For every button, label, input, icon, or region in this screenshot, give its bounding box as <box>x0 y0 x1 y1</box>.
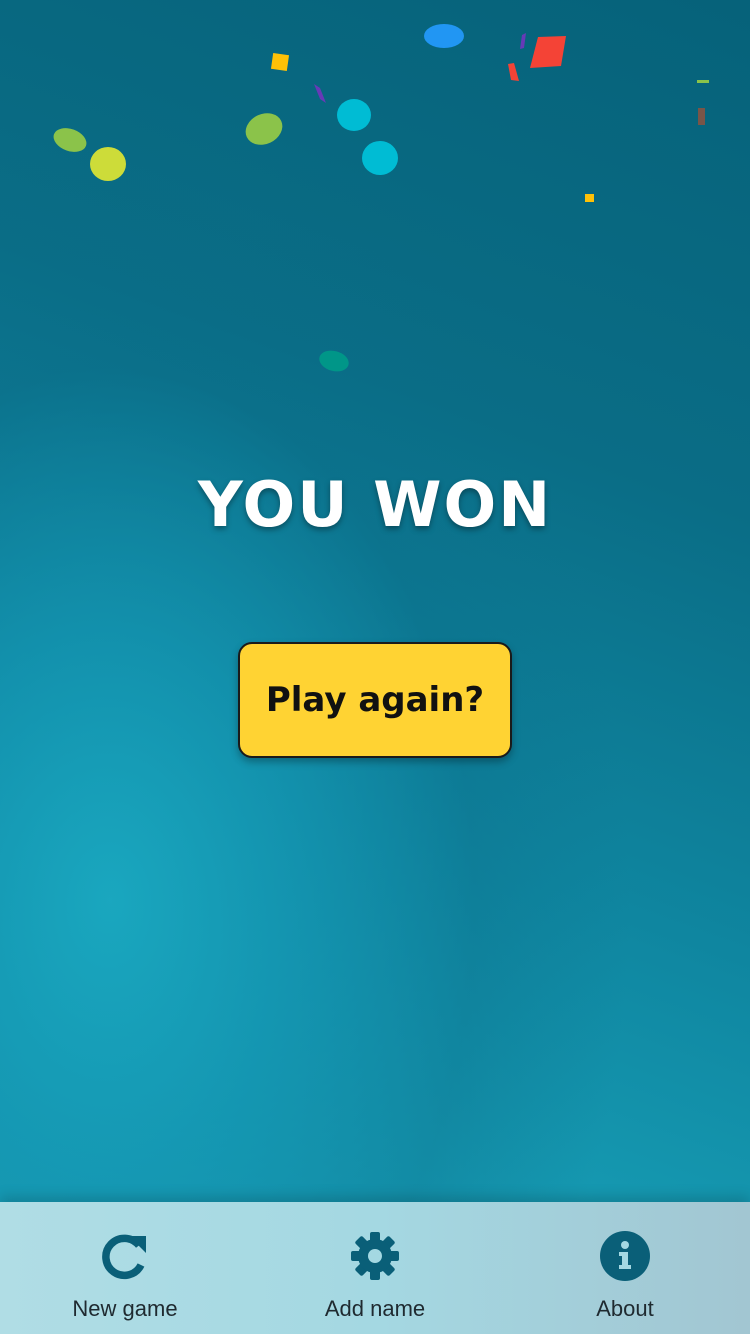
confetti-piece <box>585 194 594 202</box>
confetti-piece <box>424 24 464 48</box>
confetti-piece <box>508 63 519 81</box>
confetti-piece <box>520 33 526 49</box>
confetti-piece <box>90 147 126 181</box>
tab-add-name[interactable]: Add name <box>250 1202 500 1334</box>
bottom-tab-bar: New game Add name About <box>0 1202 750 1334</box>
confetti-piece <box>698 108 705 125</box>
confetti-piece <box>319 350 349 372</box>
tab-about[interactable]: About <box>500 1202 750 1334</box>
gear-icon <box>351 1232 399 1280</box>
confetti-piece <box>270 52 290 72</box>
confetti-piece <box>245 113 283 145</box>
refresh-icon <box>102 1234 146 1280</box>
confetti-piece <box>337 99 371 131</box>
win-screen: YOU WON Play again? <box>0 0 750 1202</box>
confetti-piece <box>697 80 709 83</box>
play-again-button[interactable]: Play again? <box>238 642 512 758</box>
confetti-piece <box>314 84 326 103</box>
confetti-piece <box>53 128 87 152</box>
confetti-piece <box>530 36 566 68</box>
win-title: YOU WON <box>197 468 553 541</box>
tab-new-game[interactable]: New game <box>0 1202 250 1334</box>
tab-about-label: About <box>596 1296 654 1321</box>
confetti-piece <box>362 141 398 175</box>
tab-add-name-label: Add name <box>324 1296 426 1321</box>
confetti-decoration <box>53 24 709 372</box>
info-icon <box>600 1231 650 1281</box>
tab-new-game-label: New game <box>72 1296 178 1321</box>
